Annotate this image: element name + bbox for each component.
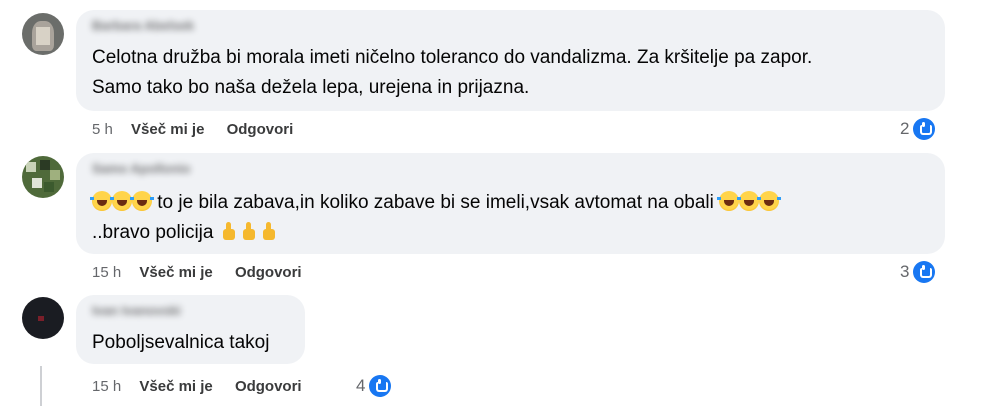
comment-actions: 15 h Všeč mi je Odgovori (92, 378, 302, 395)
like-icon (913, 118, 936, 140)
comment-time[interactable]: 15 h (92, 378, 121, 395)
comment-bubble: Barbara Abelsek Celotna družba bi morala… (76, 10, 945, 111)
reaction-count: 3 (900, 262, 910, 281)
comment-time[interactable]: 5 h (92, 121, 113, 138)
avatar[interactable] (22, 297, 64, 339)
comment-text-segment: ..bravo policija (92, 222, 219, 243)
like-icon (369, 375, 392, 397)
rolling-on-floor-laughing-emoji (757, 191, 782, 211)
comment-bubble: Ivan Ivanovski Poboljsevalnica takoj (76, 295, 305, 364)
comment-author[interactable]: Samo Apollonio (92, 161, 190, 176)
comment-text-segment: to je bila zabava,in koliko zabave bi se… (152, 192, 720, 213)
like-button[interactable]: Všeč mi je (131, 121, 204, 138)
comment-actions: 15 h Všeč mi je Odgovori (92, 264, 302, 281)
reaction-summary[interactable]: 3 (900, 261, 936, 283)
avatar[interactable] (22, 13, 64, 55)
thumbs-up-emoji (239, 221, 259, 241)
comment-text: Celotna družba bi morala imeti ničelno t… (92, 47, 813, 68)
rolling-on-floor-laughing-emoji (90, 191, 114, 211)
comment-text: Samo tako bo naša dežela lepa, urejena i… (92, 77, 530, 98)
like-icon (913, 261, 936, 283)
comment-actions: 5 h Všeč mi je Odgovori (92, 121, 293, 138)
comment-text: to je bila zabava,in koliko zabave bi se… (90, 188, 782, 218)
rolling-on-floor-laughing-emoji (130, 191, 154, 211)
comment-time[interactable]: 15 h (92, 264, 121, 281)
reaction-summary[interactable]: 2 (900, 118, 936, 140)
like-button[interactable]: Všeč mi je (139, 264, 212, 281)
rolling-on-floor-laughing-emoji (717, 191, 742, 211)
thumbs-up-emoji (259, 221, 279, 241)
reply-button[interactable]: Odgovori (227, 121, 294, 138)
reaction-count: 4 (356, 376, 366, 395)
thumbs-up-emoji (219, 221, 239, 241)
thread-connector (40, 366, 42, 406)
avatar[interactable] (22, 156, 64, 198)
like-button[interactable]: Všeč mi je (139, 378, 212, 395)
reaction-summary[interactable]: 4 (356, 375, 392, 397)
comment-text: ..bravo policija (92, 218, 279, 248)
rolling-on-floor-laughing-emoji (737, 191, 762, 211)
comment-author[interactable]: Barbara Abelsek (92, 18, 194, 33)
rolling-on-floor-laughing-emoji (110, 191, 134, 211)
comment-author[interactable]: Ivan Ivanovski (92, 303, 181, 318)
reply-button[interactable]: Odgovori (235, 378, 302, 395)
reply-button[interactable]: Odgovori (235, 264, 302, 281)
comment-bubble: Samo Apollonio to je bila zabava,in koli… (76, 153, 945, 254)
reaction-count: 2 (900, 119, 910, 138)
comment-text: Poboljsevalnica takoj (92, 332, 270, 353)
